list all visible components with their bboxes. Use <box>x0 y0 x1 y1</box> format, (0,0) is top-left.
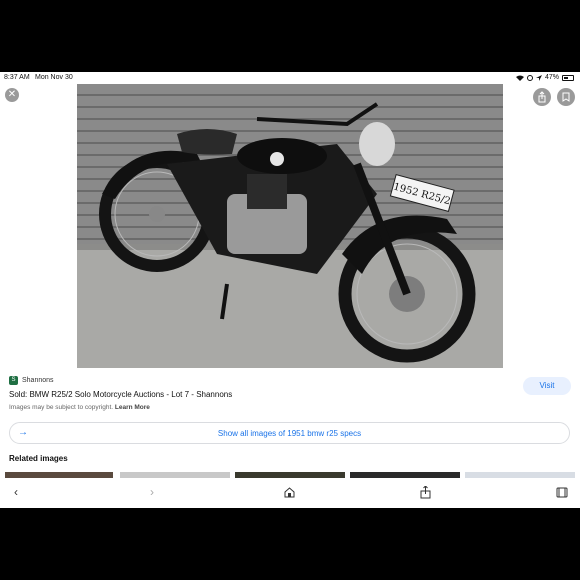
copyright-notice: Images may be subject to copyright. Lear… <box>9 404 150 411</box>
wifi-icon <box>515 75 524 81</box>
share-button[interactable] <box>533 88 551 106</box>
tabs-icon[interactable] <box>556 487 568 498</box>
forward-icon[interactable]: › <box>150 485 154 499</box>
share-icon[interactable] <box>420 486 431 499</box>
show-all-images-button[interactable]: → Show all images of 1951 bmw r25 specs <box>9 422 570 444</box>
battery-percent: 47% <box>544 74 559 81</box>
source-name: Shannons <box>22 377 54 384</box>
lock-rotation-icon <box>526 74 533 81</box>
bottom-toolbar: ‹ › <box>0 478 580 508</box>
copyright-text: Images may be subject to copyright. <box>9 404 114 411</box>
status-right: 47% <box>515 74 574 81</box>
result-photo[interactable]: 1952 R25/2 <box>77 84 503 368</box>
show-all-label: Show all images of 1951 bmw r25 specs <box>217 429 362 438</box>
screen: 8:37 AM Mon Nov 30 47% ✕ 1952 R25/2 S Sh… <box>0 72 580 508</box>
home-icon[interactable] <box>284 487 295 498</box>
visit-button[interactable]: Visit <box>523 377 571 395</box>
status-bar: 8:37 AM Mon Nov 30 47% <box>0 72 580 84</box>
bookmark-icon <box>562 92 570 102</box>
battery-level <box>564 76 568 79</box>
location-icon <box>535 74 542 81</box>
related-images-heading: Related images <box>9 454 68 463</box>
status-date: Mon Nov 30 <box>35 74 73 81</box>
close-icon: ✕ <box>7 89 17 100</box>
close-button[interactable]: ✕ <box>5 88 19 102</box>
result-title[interactable]: Sold: BMW R25/2 Solo Motorcycle Auctions… <box>9 390 232 399</box>
motorcycle-photo: 1952 R25/2 <box>77 84 503 368</box>
status-time: 8:37 AM <box>4 74 30 81</box>
share-icon <box>538 91 546 103</box>
battery-icon <box>562 74 574 81</box>
source-row[interactable]: S Shannons <box>9 376 54 385</box>
source-favicon: S <box>9 376 18 385</box>
bookmark-button[interactable] <box>557 88 575 106</box>
back-icon[interactable]: ‹ <box>14 485 18 499</box>
learn-more-link[interactable]: Learn More <box>115 404 150 411</box>
